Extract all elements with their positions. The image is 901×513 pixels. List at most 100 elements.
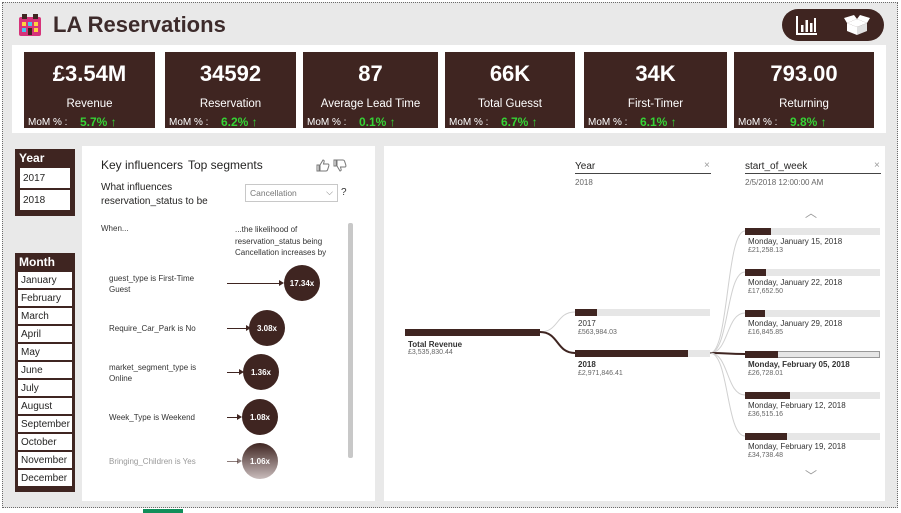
month-slicer-item[interactable]: July xyxy=(17,379,73,397)
year-slicer-title: Year xyxy=(19,151,45,165)
week-node-label: Monday, February 12, 2018 xyxy=(748,401,846,410)
kpi-label: Total Guesst xyxy=(478,98,542,110)
bar-chart-icon[interactable] xyxy=(794,12,820,38)
month-slicer-title: Month xyxy=(19,255,55,269)
page-navigation xyxy=(782,9,884,41)
kpi-delta: 0.1% ↑ xyxy=(359,115,396,129)
year-node-value: £563,984.03 xyxy=(578,329,617,336)
kpi-card-revenue: £3.54M Revenue MoM % : 5.7% ↑ xyxy=(24,52,155,129)
open-box-icon[interactable] xyxy=(844,12,870,38)
influencer-bubble[interactable]: 1.06x xyxy=(242,443,278,479)
kpi-mom-label: MoM % : xyxy=(588,117,628,128)
decomposition-tree: Year × 2018 start_of_week × 2/5/2018 12:… xyxy=(384,146,885,501)
root-label: Total Revenue xyxy=(408,340,463,349)
year-node-bar[interactable] xyxy=(575,350,688,357)
year-node-value: £2,971,846.41 xyxy=(578,370,623,377)
week-node-value: £36,515.16 xyxy=(748,411,784,418)
help-icon[interactable]: ? xyxy=(341,187,347,198)
kpi-mom-label: MoM % : xyxy=(307,117,347,128)
chevron-down-icon: ⌵ xyxy=(326,187,333,197)
kpi-mom-label: MoM % : xyxy=(169,117,209,128)
influencer-label[interactable]: Require_Car_Park is No xyxy=(109,323,219,334)
week-node-bar[interactable] xyxy=(745,228,771,235)
year-slicer-item[interactable]: 2018 xyxy=(19,189,71,211)
influencer-label[interactable]: Week_Type is Weekend xyxy=(109,412,219,423)
kpi-strip: £3.54M Revenue MoM % : 5.7% ↑ 34592 Rese… xyxy=(12,45,886,133)
kpi-value: 34K xyxy=(635,61,676,86)
week-node-label: Monday, January 15, 2018 xyxy=(748,237,843,246)
tab-key-influencers[interactable]: Key influencers xyxy=(101,158,183,172)
month-slicer-item[interactable]: May xyxy=(17,343,73,361)
week-node-bar[interactable] xyxy=(745,310,765,317)
target-value-dropdown[interactable]: Cancellation ⌵ xyxy=(245,184,338,202)
tab-top-segments[interactable]: Top segments xyxy=(188,158,263,172)
chevron-down-icon[interactable]: ﹀ xyxy=(805,467,817,484)
week-node-label: Monday, February 19, 2018 xyxy=(748,442,846,451)
influencer-bubble[interactable]: 1.36x xyxy=(243,354,279,390)
kpi-value: 34592 xyxy=(199,61,262,86)
influencer-bubble[interactable]: 1.08x xyxy=(242,399,278,435)
kpi-mom-label: MoM % : xyxy=(449,117,489,128)
month-slicer-item[interactable]: January xyxy=(17,271,73,289)
week-node-value: £34,738.48 xyxy=(748,452,784,459)
week-node-bar[interactable] xyxy=(745,351,778,358)
kpi-label: First-Timer xyxy=(627,98,684,110)
scrollbar[interactable] xyxy=(348,223,353,458)
kpi-value: 87 xyxy=(358,61,383,86)
likelihood-line: Cancellation increases by xyxy=(235,248,327,257)
year-node-label: 2018 xyxy=(578,360,596,369)
kpi-delta: 6.2% ↑ xyxy=(221,115,258,129)
month-slicer-item[interactable]: February xyxy=(17,289,73,307)
tree-link xyxy=(709,352,746,437)
influencer-bubble[interactable]: 17.34x xyxy=(284,265,320,301)
month-slicer-item[interactable]: June xyxy=(17,361,73,379)
month-slicer-item[interactable]: August xyxy=(17,397,73,415)
when-label: When... xyxy=(101,224,129,233)
thumbs-up-icon[interactable] xyxy=(316,159,330,172)
week-node-label: Monday, January 22, 2018 xyxy=(748,278,843,287)
influencer-question: What influences reservation_status to be xyxy=(101,181,241,209)
likelihood-line: reservation_status being xyxy=(235,236,323,246)
influencer-bubble[interactable]: 3.08x xyxy=(249,310,285,346)
kpi-label: Returning xyxy=(779,98,829,110)
tree-link xyxy=(709,271,746,354)
tree-link xyxy=(539,311,576,333)
kpi-label: Revenue xyxy=(66,98,113,110)
week-node-value: £16,845.85 xyxy=(748,329,784,336)
influencer-label[interactable]: guest_type is First-Time Guest xyxy=(109,273,204,295)
influencer-line xyxy=(227,328,248,329)
week-node-bar[interactable] xyxy=(745,269,766,276)
page-tab-indicator[interactable] xyxy=(143,509,183,513)
kpi-mom-label: MoM % : xyxy=(28,117,68,128)
kpi-delta: 6.7% ↑ xyxy=(501,115,538,129)
week-node-label: Monday, January 29, 2018 xyxy=(748,319,843,328)
kpi-card-total-guests: 66K Total Guesst MoM % : 6.7% ↑ xyxy=(445,52,575,129)
thumbs-down-icon[interactable] xyxy=(333,159,347,172)
kpi-card-average-lead-time: 87 Average Lead Time MoM % : 0.1% ↑ xyxy=(303,52,438,129)
dropdown-value: Cancellation xyxy=(250,188,297,198)
question-line: What influences xyxy=(101,182,173,193)
week-node-bar[interactable] xyxy=(745,392,790,399)
tree-link xyxy=(709,230,746,354)
key-influencers-visual: Key influencers Top segments What influe… xyxy=(82,146,375,501)
kpi-value: 66K xyxy=(489,61,531,86)
year-slicer-item[interactable]: 2017 xyxy=(19,167,71,189)
month-slicer-item[interactable]: November xyxy=(17,451,73,469)
month-slicer-item[interactable]: April xyxy=(17,325,73,343)
influencer-line xyxy=(227,283,280,284)
month-slicer-item[interactable]: October xyxy=(17,433,73,451)
month-slicer-item[interactable]: December xyxy=(17,469,73,487)
page-title: LA Reservations xyxy=(53,12,226,37)
week-node-bar[interactable] xyxy=(745,433,787,440)
month-slicer-item[interactable]: September xyxy=(17,415,73,433)
chevron-up-icon[interactable]: ︿ xyxy=(805,204,817,221)
kpi-label: Reservation xyxy=(199,98,262,110)
kpi-value: £3.54M xyxy=(52,61,127,86)
month-slicer-item[interactable]: March xyxy=(17,307,73,325)
year-slicer: Year 2017 2018 xyxy=(15,149,75,216)
kpi-delta: 9.8% ↑ xyxy=(790,115,827,129)
influencer-label[interactable]: Bringing_Children is Yes xyxy=(109,456,219,467)
root-bar[interactable] xyxy=(405,329,540,336)
influencer-label[interactable]: market_segment_type is Online xyxy=(109,362,209,384)
year-node-bar[interactable] xyxy=(575,309,597,316)
